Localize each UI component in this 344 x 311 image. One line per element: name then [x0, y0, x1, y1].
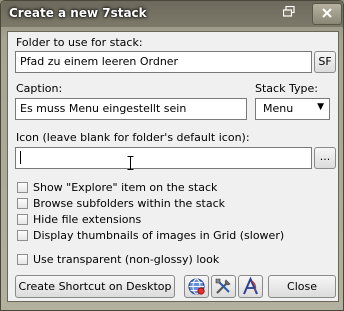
folder-label: Folder to use for stack: [16, 36, 143, 49]
option-label: Show "Explore" item on the stack [33, 181, 218, 194]
text-cursor-icon [127, 156, 134, 170]
title-bar[interactable]: Create a new 7stack [1, 1, 343, 27]
close-icon [322, 8, 332, 18]
option-label: Browse subfolders within the stack [33, 197, 226, 210]
icon-label: Icon (leave blank for folder's default i… [16, 131, 250, 144]
stack-type-label: Stack Type: [255, 82, 318, 95]
globe-button[interactable] [184, 275, 209, 298]
restore-icon [282, 5, 295, 17]
stack-type-select[interactable]: Menu ▼ [255, 98, 330, 120]
tools-button[interactable] [211, 275, 236, 298]
stack-type-value: Menu [263, 102, 294, 115]
folder-path-input[interactable]: Pfad zu einem leeren Ordner [15, 51, 312, 73]
font-button[interactable] [238, 275, 263, 298]
restore-button[interactable] [277, 3, 301, 23]
option-label: Display thumbnails of images in Grid (sl… [33, 229, 285, 242]
create-shortcut-button[interactable]: Create Shortcut on Desktop [15, 275, 175, 298]
letter-a-icon [243, 277, 258, 295]
option-label: Use transparent (non-glossy) look [33, 253, 220, 266]
checkbox[interactable] [17, 230, 28, 241]
tools-icon [215, 278, 231, 294]
caption-label: Caption: [16, 82, 63, 95]
icon-path-input[interactable] [15, 147, 312, 169]
close-button[interactable]: Close [268, 275, 336, 298]
window-close-button[interactable] [312, 3, 342, 25]
checkbox[interactable] [17, 182, 28, 193]
globe-icon [188, 278, 205, 295]
chevron-down-icon: ▼ [317, 102, 324, 112]
checkbox[interactable] [17, 214, 28, 225]
checkbox[interactable] [17, 254, 28, 265]
text-caret [20, 151, 21, 164]
dialog-window: Create a new 7stack Folder to use for st… [0, 0, 344, 311]
option-label: Hide file extensions [33, 213, 142, 226]
special-folder-button[interactable]: SF [314, 51, 336, 73]
caption-input[interactable]: Es muss Menu eingestellt sein [15, 98, 247, 120]
icon-browse-button[interactable]: ... [314, 147, 336, 169]
window-title: Create a new 7stack [9, 6, 147, 20]
checkbox[interactable] [17, 198, 28, 209]
dialog-client-area: Folder to use for stack: Pfad zu einem l… [7, 31, 339, 302]
